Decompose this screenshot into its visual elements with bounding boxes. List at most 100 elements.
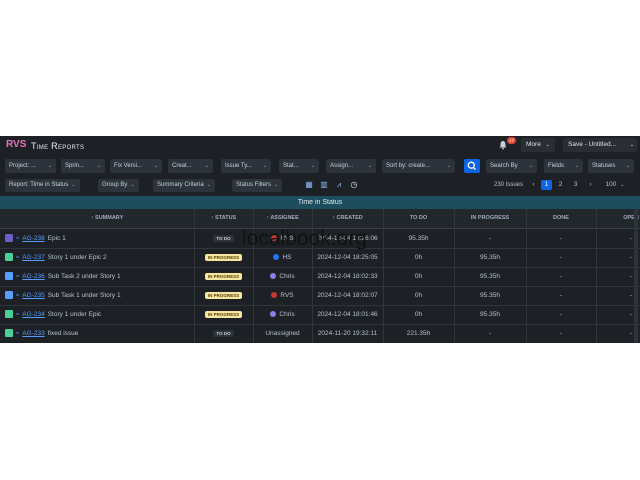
filter-sprint[interactable]: Sprin... ⌄ bbox=[61, 159, 105, 173]
in-progress-time-cell: 95.35h bbox=[480, 273, 500, 280]
app-logo: RVS bbox=[6, 139, 27, 150]
done-time-cell: - bbox=[559, 292, 563, 299]
page-1-button[interactable]: 1 bbox=[541, 180, 552, 190]
in-progress-time-cell: 95.35h bbox=[480, 311, 500, 318]
assignee-cell: Chris bbox=[253, 267, 312, 286]
done-time-cell: - bbox=[559, 235, 563, 242]
table-row[interactable]: ≈ AG-235 Sub Task 1 under Story 1 IN PROGRE… bbox=[0, 286, 640, 306]
status-filters-select[interactable]: Status Filters ⌄ bbox=[232, 179, 283, 192]
issue-key-link[interactable]: AG-237 bbox=[22, 254, 44, 261]
search-button[interactable] bbox=[464, 159, 480, 173]
column-status[interactable]: ↑ STATUS bbox=[194, 209, 253, 228]
filter-assignee[interactable]: Assign... ⌄ bbox=[326, 159, 376, 173]
line-chart-icon[interactable]: ⩘ bbox=[334, 180, 344, 189]
chevron-down-icon: ⌄ bbox=[206, 182, 211, 188]
done-time-cell: - bbox=[559, 273, 563, 280]
avatar bbox=[271, 292, 278, 299]
search-by-select[interactable]: Search By ⌄ bbox=[486, 159, 537, 173]
sort-label: Sort by: create... bbox=[386, 163, 431, 169]
page-3-button[interactable]: 3 bbox=[570, 180, 581, 190]
todo-time-cell: 221.35h bbox=[406, 330, 431, 337]
status-badge: IN PROGRESS bbox=[204, 310, 243, 318]
done-time-cell: - bbox=[559, 330, 563, 337]
assignee-cell: RVS bbox=[253, 286, 312, 305]
created-cell: 2024-12-04 18:02:07 bbox=[317, 292, 378, 299]
filter-label: Creat... bbox=[172, 163, 192, 169]
chevron-down-icon: ⌄ bbox=[96, 163, 101, 169]
table-section-title: Time in Status bbox=[0, 196, 640, 209]
report-type-select[interactable]: Report: Time in Status ⌄ bbox=[5, 179, 80, 192]
issue-type-icon bbox=[5, 234, 13, 243]
horizontal-scrollbar[interactable] bbox=[634, 209, 638, 343]
column-todo[interactable]: TO DO bbox=[383, 209, 454, 228]
status-cell: IN PROGRESS bbox=[194, 286, 253, 305]
priority-icon: ≈ bbox=[16, 331, 20, 337]
filter-label: Fix Versi... bbox=[114, 163, 143, 169]
search-by-label: Search By bbox=[490, 163, 518, 169]
filter-status[interactable]: Stat... ⌄ bbox=[279, 159, 319, 173]
table-row[interactable]: ≈ AG-233 fixed issue TO DO Unassigned 2024-11… bbox=[0, 324, 640, 343]
table-row[interactable]: ≈ AG-236 Sub Task 2 under Story 1 IN PROGRE… bbox=[0, 267, 640, 287]
table-row[interactable]: ≈ AG-234 Story 1 under Epic IN PROGRESS Chri… bbox=[0, 305, 640, 325]
issue-key-link[interactable]: AG-234 bbox=[22, 311, 44, 318]
filter-project[interactable]: Project: ... ⌄ bbox=[5, 159, 56, 173]
status-badge: IN PROGRESS bbox=[204, 253, 243, 261]
report-label: Report: Time in Status bbox=[9, 182, 69, 188]
assignee-name: Unassigned bbox=[265, 330, 300, 337]
column-created[interactable]: ↑ CREATED bbox=[312, 209, 383, 228]
issue-type-icon bbox=[5, 272, 13, 281]
filter-issue-type[interactable]: Issue Ty... ⌄ bbox=[221, 159, 271, 173]
issue-key-link[interactable]: AG-233 bbox=[22, 330, 44, 337]
save-view-button[interactable]: Save - Untitled... bbox=[563, 138, 633, 152]
chevron-down-icon: ⌄ bbox=[625, 163, 630, 169]
issue-key-link[interactable]: AG-235 bbox=[22, 292, 44, 299]
chevron-down-icon: ⌄ bbox=[204, 163, 209, 169]
group-by-label: Group By bbox=[102, 182, 128, 188]
filter-label: Project: ... bbox=[9, 163, 37, 169]
statuses-select[interactable]: Statuses ⌄ bbox=[588, 159, 634, 173]
todo-time-cell: 0h bbox=[414, 311, 423, 318]
table-view-icon[interactable]: ▦ bbox=[304, 180, 314, 189]
fields-select[interactable]: Fields ⌄ bbox=[544, 159, 583, 173]
bar-chart-icon[interactable]: ▥ bbox=[319, 180, 329, 189]
page-2-button[interactable]: 2 bbox=[555, 180, 566, 190]
status-badge: TO DO bbox=[213, 234, 234, 242]
filter-created[interactable]: Creat... ⌄ bbox=[168, 159, 213, 173]
issue-summary: Sub Task 2 under Story 1 bbox=[47, 273, 121, 280]
column-summary[interactable]: ↑ SUMMARY bbox=[20, 209, 194, 228]
per-page-select[interactable]: 100 ⌄ bbox=[600, 180, 630, 190]
chevron-down-icon: ⌄ bbox=[446, 163, 451, 169]
notification-count-badge: 17 bbox=[507, 137, 517, 144]
group-by-select[interactable]: Group By ⌄ bbox=[98, 179, 139, 192]
table-row[interactable]: ≈ AG-237 Story 1 under Epic 2 IN PROGRESS HS… bbox=[0, 248, 640, 268]
todo-time-cell: 95.35h bbox=[408, 235, 429, 242]
issue-key-link[interactable]: AG-236 bbox=[22, 273, 44, 280]
summary-criteria-select[interactable]: Summary Criteria ⌄ bbox=[153, 179, 215, 192]
filter-label: Assign... bbox=[330, 163, 354, 169]
chevron-down-icon: ⌄ bbox=[528, 163, 533, 169]
clock-icon[interactable]: ◷ bbox=[349, 180, 359, 189]
chevron-down-icon: ⌄ bbox=[545, 142, 550, 148]
watermark-text: localbook.org bbox=[242, 227, 367, 250]
chevron-down-icon: ⌄ bbox=[274, 182, 279, 188]
save-options-button[interactable]: ⌄ bbox=[627, 138, 637, 152]
in-progress-time-cell: 95.35h bbox=[480, 292, 500, 299]
issue-key-link[interactable]: AG-238 bbox=[22, 235, 44, 242]
summary-cell: ≈ AG-233 fixed issue bbox=[5, 324, 194, 343]
issues-count: 230 Issues bbox=[494, 182, 524, 188]
next-page-button[interactable]: › bbox=[585, 180, 596, 190]
filter-fix-version[interactable]: Fix Versi... ⌄ bbox=[110, 159, 162, 173]
issue-summary: Sub Task 1 under Story 1 bbox=[47, 292, 121, 299]
created-cell: 2024-12-04 18:01:46 bbox=[317, 311, 378, 318]
issue-type-icon bbox=[5, 253, 13, 262]
issue-summary: fixed issue bbox=[47, 330, 79, 337]
search-icon bbox=[467, 161, 476, 171]
column-in-progress[interactable]: IN PROGRESS bbox=[454, 209, 526, 228]
priority-icon: ≈ bbox=[16, 255, 20, 261]
prev-page-button[interactable]: ‹ bbox=[528, 180, 539, 190]
column-assignee[interactable]: ↑ ASSIGNEE bbox=[253, 209, 312, 228]
filter-label: Sprin... bbox=[65, 163, 85, 169]
more-button[interactable]: More ⌄ bbox=[521, 138, 555, 152]
column-done[interactable]: DONE bbox=[526, 209, 596, 228]
sort-by-select[interactable]: Sort by: create... ⌄ bbox=[382, 159, 455, 173]
